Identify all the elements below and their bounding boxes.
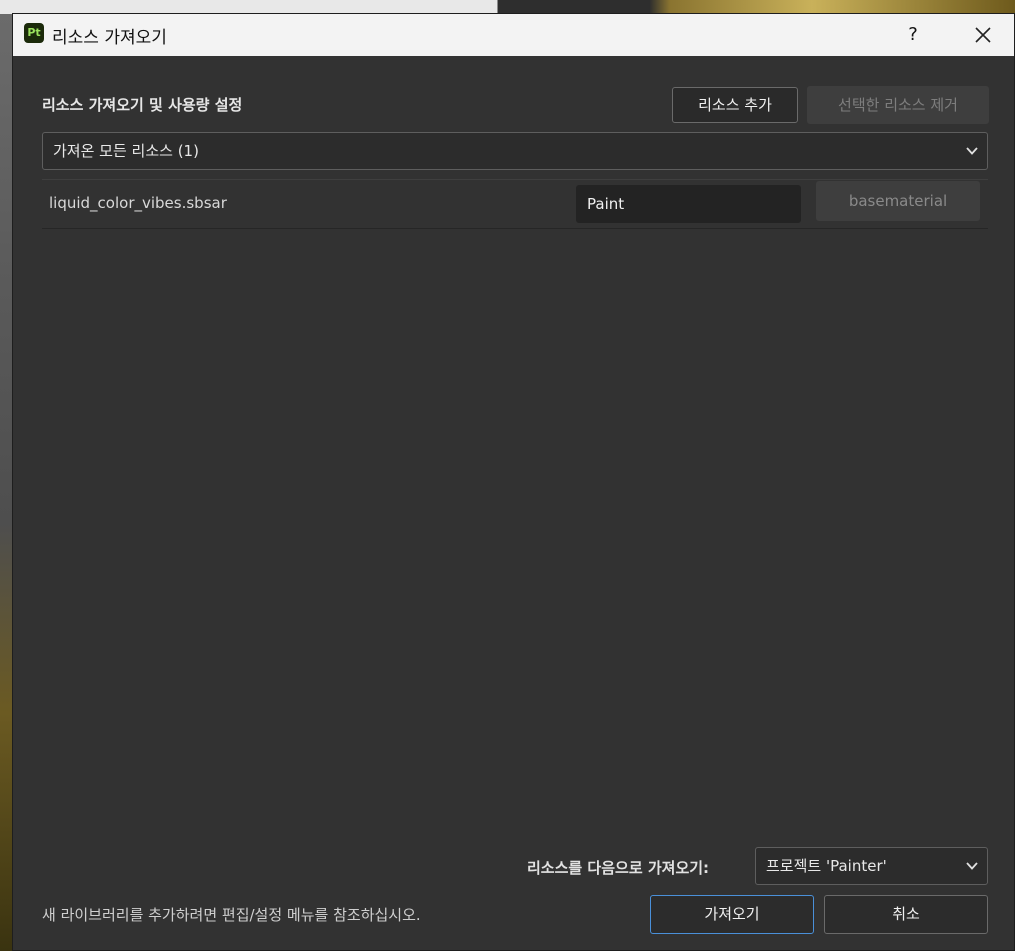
import-destination-value: 프로젝트 'Painter' [766,857,887,875]
chevron-down-icon [966,862,978,870]
usage-field[interactable] [576,185,801,223]
background-viewport-top [0,0,1015,14]
import-resources-dialog: Pt 리소스 가져오기 ? 리소스 가져오기 및 사용량 설정 리소스 추가 선… [12,13,1015,951]
title-bar: Pt 리소스 가져오기 ? [13,14,1014,56]
cancel-button[interactable]: 취소 [824,895,988,934]
resource-name: liquid_color_vibes.sbsar [49,194,227,212]
chevron-down-icon [966,147,978,155]
close-button[interactable] [965,18,1001,52]
dialog-title: 리소스 가져오기 [52,28,167,48]
resource-filter-dropdown[interactable]: 가져온 모든 리소스 (1) [42,132,988,170]
resource-filter-value: 가져온 모든 리소스 (1) [53,142,199,160]
background-viewport-left [0,0,12,951]
help-button[interactable]: ? [895,20,931,50]
section-title: 리소스 가져오기 및 사용량 설정 [42,96,243,114]
painter-app-icon: Pt [24,23,44,43]
shader-button[interactable]: basematerial [816,181,980,221]
import-button[interactable]: 가져오기 [650,895,814,934]
library-hint-text: 새 라이브러리를 추가하려면 편집/설정 메뉴를 참조하십시오. [42,906,421,924]
remove-selected-button[interactable]: 선택한 리소스 제거 [807,86,989,124]
import-destination-label: 리소스를 다음으로 가져오기: [527,859,710,877]
add-resource-button[interactable]: 리소스 추가 [672,87,798,123]
close-icon [975,27,991,43]
resource-row[interactable]: liquid_color_vibes.sbsar basematerial [42,179,988,229]
import-destination-dropdown[interactable]: 프로젝트 'Painter' [755,847,988,885]
